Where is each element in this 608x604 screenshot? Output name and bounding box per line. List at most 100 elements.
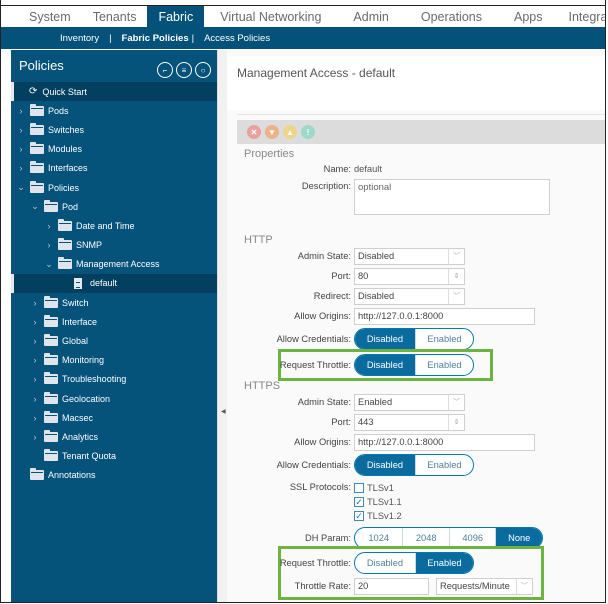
folder-icon bbox=[44, 199, 58, 212]
policy-tree: ⟳ Quick Start › Pods › Switches › Module… bbox=[11, 82, 217, 485]
sidebar-splitter[interactable]: ◀ bbox=[217, 50, 227, 602]
http-allow-credentials-enabled[interactable]: Enabled bbox=[414, 329, 473, 349]
https-port-stepper[interactable]: 443 ⇕ bbox=[354, 413, 465, 431]
ssl-protocol-tlsv1: TLSv1 bbox=[354, 481, 402, 495]
minor-fault-icon[interactable]: ▲ bbox=[283, 125, 297, 139]
dh-param-4096[interactable]: 4096 bbox=[448, 528, 496, 548]
http-admin-state-row: Admin State: Disabled ﹀ bbox=[227, 247, 465, 265]
tree-item-modules[interactable]: › Modules bbox=[11, 140, 217, 159]
dh-param-none[interactable]: None bbox=[495, 528, 542, 548]
https-request-throttle-enabled[interactable]: Enabled bbox=[414, 553, 473, 573]
chevron-right-icon[interactable]: › bbox=[16, 163, 26, 173]
tab-integrations[interactable]: Integrations bbox=[559, 6, 606, 27]
chevron-right-icon[interactable]: › bbox=[30, 298, 40, 308]
chevron-down-icon[interactable]: ﹀ bbox=[448, 394, 464, 410]
tab-operations[interactable]: Operations bbox=[405, 6, 498, 27]
chevron-down-icon[interactable]: ﹀ bbox=[448, 248, 464, 264]
dh-param-1024[interactable]: 1024 bbox=[355, 528, 402, 548]
tree-item-snmp[interactable]: › SNMP bbox=[11, 236, 217, 255]
tree-item-policies[interactable]: ⌄ Policies bbox=[11, 178, 217, 197]
throttle-rate-unit-select[interactable]: Requests/Minute ﹀ bbox=[436, 577, 533, 595]
ssl-protocols-list: TLSv1 ✓ TLSv1.1 ✓ TLSv1.2 bbox=[354, 481, 402, 523]
chevron-right-icon[interactable]: › bbox=[30, 355, 40, 365]
tree-item-annotations[interactable]: Annotations bbox=[11, 466, 217, 485]
tree-item-switches[interactable]: › Switches bbox=[11, 120, 217, 139]
warning-fault-icon[interactable]: ! bbox=[301, 125, 315, 139]
quick-start-icon[interactable]: ⌐ bbox=[157, 62, 173, 78]
chevron-right-icon[interactable]: › bbox=[16, 106, 26, 116]
refresh-icon[interactable]: ○ bbox=[195, 62, 211, 78]
http-redirect-select[interactable]: Disabled ﹀ bbox=[354, 287, 465, 305]
major-fault-icon[interactable]: ▼ bbox=[265, 125, 279, 139]
chevron-right-icon[interactable]: › bbox=[30, 394, 40, 404]
http-port-stepper[interactable]: 80 ⇕ bbox=[354, 267, 465, 285]
chevron-right-icon[interactable]: › bbox=[16, 125, 26, 135]
tree-item-quick-start[interactable]: ⟳ Quick Start bbox=[11, 82, 217, 102]
tlsv1-2-checkbox[interactable]: ✓ bbox=[354, 511, 364, 521]
tree-item-monitoring[interactable]: › Monitoring bbox=[11, 351, 217, 370]
tree-item-switch[interactable]: › Switch bbox=[11, 293, 217, 312]
tab-tenants[interactable]: Tenants bbox=[82, 6, 148, 27]
throttle-rate-input[interactable]: 20 bbox=[354, 577, 429, 595]
http-request-throttle-disabled[interactable]: Disabled bbox=[355, 355, 415, 375]
tab-apps[interactable]: Apps bbox=[498, 6, 559, 27]
critical-fault-icon[interactable]: ✕ bbox=[247, 125, 261, 139]
chevron-right-icon[interactable]: › bbox=[44, 221, 54, 231]
tlsv1-checkbox[interactable] bbox=[354, 483, 364, 493]
filter-list-icon[interactable]: ≡ bbox=[176, 62, 192, 78]
tree-item-tenant-quota[interactable]: Tenant Quota bbox=[11, 447, 217, 466]
chevron-right-icon[interactable]: › bbox=[44, 240, 54, 250]
ssl-protocol-tlsv1-1: ✓ TLSv1.1 bbox=[354, 495, 402, 509]
tab-virtual-networking[interactable]: Virtual Networking bbox=[204, 6, 337, 27]
chevron-down-icon[interactable]: ⌄ bbox=[44, 259, 54, 270]
http-heading: HTTP bbox=[244, 234, 273, 246]
collapse-arrow-icon[interactable]: ◀ bbox=[221, 408, 226, 415]
tree-item-default[interactable]: default bbox=[11, 273, 217, 294]
tree-item-interfaces[interactable]: › Interfaces bbox=[11, 159, 217, 178]
tree-item-label: Global bbox=[62, 336, 89, 347]
chevron-down-icon[interactable]: ⌄ bbox=[30, 201, 40, 212]
chevron-down-icon[interactable]: ﹀ bbox=[448, 288, 464, 304]
tree-item-date-and-time[interactable]: › Date and Time bbox=[11, 216, 217, 235]
tree-item-pod[interactable]: ⌄ Pod bbox=[11, 197, 217, 216]
http-allow-credentials-disabled[interactable]: Disabled bbox=[355, 329, 415, 349]
https-allow-credentials-row: Allow Credentials: Disabled Enabled bbox=[227, 454, 474, 476]
tree-item-geolocation[interactable]: › Geolocation bbox=[11, 389, 217, 408]
chevron-right-icon[interactable]: › bbox=[30, 374, 40, 384]
tab-admin[interactable]: Admin bbox=[337, 6, 404, 27]
tree-item-global[interactable]: › Global bbox=[11, 331, 217, 350]
chevron-right-icon[interactable]: › bbox=[30, 413, 40, 423]
tree-item-pods[interactable]: › Pods bbox=[11, 101, 217, 120]
http-admin-state-select[interactable]: Disabled ﹀ bbox=[354, 247, 465, 265]
https-allow-credentials-enabled[interactable]: Enabled bbox=[414, 455, 473, 475]
https-request-throttle-disabled[interactable]: Disabled bbox=[355, 553, 415, 573]
tab-fabric[interactable]: Fabric bbox=[147, 6, 205, 27]
chevron-down-icon[interactable]: ⌄ bbox=[16, 182, 26, 193]
chevron-right-icon[interactable]: › bbox=[16, 144, 26, 154]
folder-icon bbox=[44, 449, 58, 462]
tree-item-troubleshooting[interactable]: › Troubleshooting bbox=[11, 370, 217, 389]
http-allow-origins-input[interactable]: http://127.0.0.1:8000 bbox=[354, 307, 535, 325]
dh-param-2048[interactable]: 2048 bbox=[402, 528, 449, 548]
tlsv1-1-checkbox[interactable]: ✓ bbox=[354, 497, 364, 507]
https-admin-state-select[interactable]: Enabled ﹀ bbox=[354, 393, 465, 411]
https-allow-origins-input[interactable]: http://127.0.0.1:8000 bbox=[354, 433, 535, 451]
subnav-inventory[interactable]: Inventory bbox=[60, 33, 99, 44]
stepper-arrows-icon[interactable]: ⇕ bbox=[448, 268, 464, 284]
subnav-fabric-policies[interactable]: Fabric Policies bbox=[122, 33, 189, 44]
subnav-access-policies[interactable]: Access Policies bbox=[204, 33, 270, 44]
tree-item-label: Policies bbox=[48, 182, 80, 193]
stepper-arrows-icon[interactable]: ⇕ bbox=[448, 414, 464, 430]
chevron-right-icon[interactable]: › bbox=[30, 432, 40, 442]
https-allow-credentials-disabled[interactable]: Disabled bbox=[355, 455, 415, 475]
tab-system[interactable]: System bbox=[1, 6, 82, 27]
chevron-down-icon[interactable]: ﹀ bbox=[516, 578, 532, 594]
chevron-right-icon[interactable]: › bbox=[30, 336, 40, 346]
http-request-throttle-enabled[interactable]: Enabled bbox=[414, 355, 473, 375]
description-input[interactable]: optional bbox=[354, 179, 550, 215]
tree-item-macsec[interactable]: › Macsec bbox=[11, 408, 217, 427]
chevron-right-icon[interactable]: › bbox=[30, 317, 40, 327]
tree-item-analytics[interactable]: › Analytics bbox=[11, 427, 217, 446]
tree-item-interface[interactable]: › Interface bbox=[11, 312, 217, 331]
tree-item-management-access[interactable]: ⌄ Management Access bbox=[11, 255, 217, 274]
